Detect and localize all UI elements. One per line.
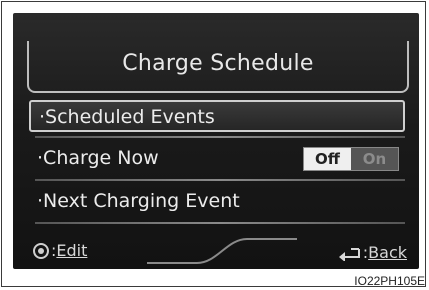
footer-separator-curve	[147, 238, 297, 264]
back-arrow-icon	[338, 247, 360, 261]
menu-item-charge-now[interactable]: ·Charge Now Off On	[29, 143, 405, 175]
menu-item-label: ·Scheduled Events	[39, 106, 215, 128]
menu-item-label: ·Charge Now	[37, 147, 159, 169]
control-knob-icon	[33, 242, 49, 259]
toggle-on-option[interactable]: On	[351, 148, 398, 170]
divider	[35, 179, 405, 181]
menu-item-scheduled-events[interactable]: ·Scheduled Events	[29, 100, 405, 132]
edit-button[interactable]: : Edit	[33, 241, 87, 260]
back-button[interactable]: : Back	[337, 243, 407, 262]
footer: : Edit : Back	[27, 235, 409, 269]
menu-item-label: ·Next Charging Event	[37, 190, 240, 212]
charge-now-toggle[interactable]: Off On	[303, 147, 399, 171]
divider	[35, 136, 405, 138]
back-label: Back	[368, 243, 407, 262]
edit-label: Edit	[56, 241, 88, 260]
figure-frame: Charge Schedule ·Scheduled Events ·Charg…	[1, 1, 426, 287]
page-title: Charge Schedule	[122, 51, 314, 76]
display-screen: Charge Schedule ·Scheduled Events ·Charg…	[13, 13, 419, 269]
figure-caption: IO22PH105E	[354, 274, 425, 288]
title-bar: Charge Schedule	[27, 41, 409, 93]
menu-item-next-charging-event[interactable]: ·Next Charging Event	[29, 186, 405, 218]
divider	[35, 222, 405, 224]
toggle-off-option[interactable]: Off	[304, 148, 351, 170]
